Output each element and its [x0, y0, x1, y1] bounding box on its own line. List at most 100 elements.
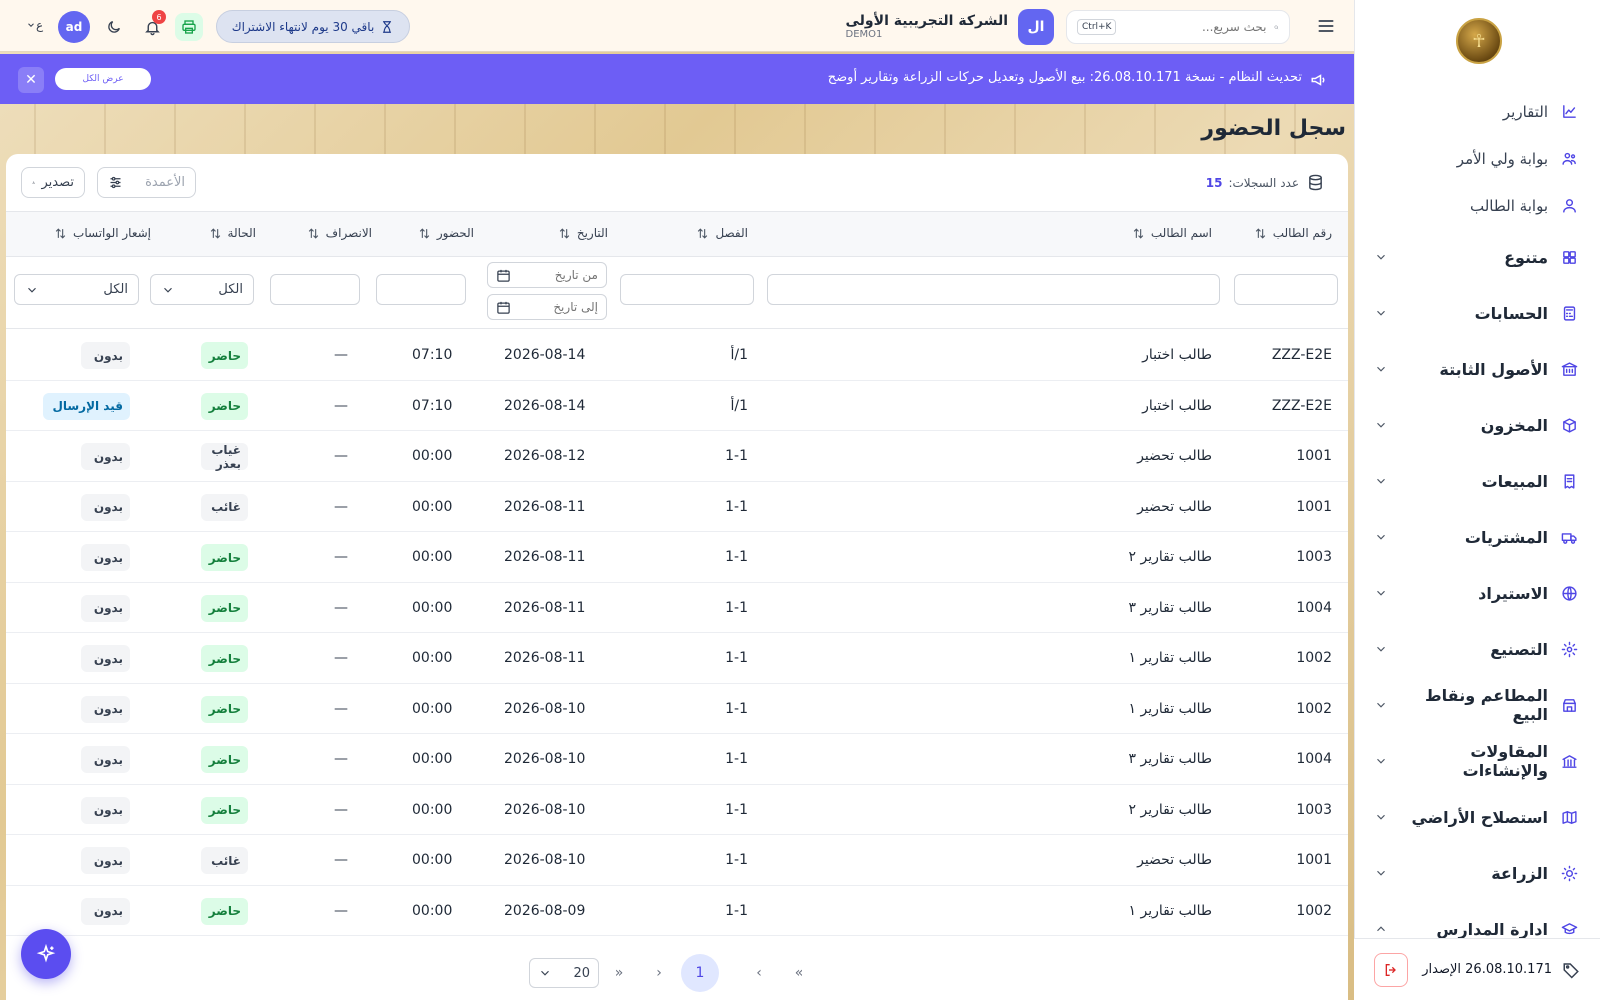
logout-button[interactable] — [1374, 952, 1408, 987]
cell-student-name: طالب اختبار — [1142, 397, 1212, 414]
sidebar-group-7[interactable]: التصنيع — [1354, 621, 1600, 677]
sun-icon — [1560, 864, 1578, 882]
app-logo[interactable]: ☥ — [1456, 18, 1502, 64]
filter-to-date[interactable] — [487, 294, 607, 320]
filter-class[interactable] — [620, 274, 754, 305]
sidebar-group-label: المبيعات — [1481, 471, 1548, 491]
sidebar-link-1[interactable]: بوابة ولي الأمر — [1354, 135, 1600, 182]
export-button[interactable]: تصدير — [21, 167, 85, 198]
company-switcher[interactable]: ال الشركة التجريبية الأولى DEMO1 — [846, 9, 1054, 45]
header-class[interactable]: الفصل — [696, 226, 748, 240]
header-student-id[interactable]: رقم الطالب — [1254, 226, 1332, 240]
table-row[interactable]: 1001 طالب تحضير 1-1 2026-08-11 00:00 — غائب بدو… — [6, 482, 1348, 532]
table-row[interactable]: 1003 طالب تقارير ٢ 1-1 2026-08-11 00:00 — حاضر… — [6, 532, 1348, 583]
table-row[interactable]: 1002 طالب تقارير ١ 1-1 2026-08-09 00:00 — حاضر… — [6, 886, 1348, 936]
table-row[interactable]: ZZZ-E2E طالب اختبار 1/أ 2026-08-14 07:10 — حاض… — [6, 330, 1348, 381]
announcement-view-button[interactable]: عرض الكل — [55, 68, 151, 90]
cell-date: 2026-08-14 — [504, 397, 586, 414]
columns-label: الأعمدة — [145, 175, 185, 190]
to-date-input[interactable] — [511, 300, 598, 314]
filter-check-in[interactable] — [376, 274, 466, 305]
header-date[interactable]: التاريخ — [558, 226, 608, 240]
filter-student-id[interactable] — [1234, 274, 1338, 305]
attendance-card: عدد السجلات: 15 الأعمدة تصدير رقم الطالب… — [6, 154, 1348, 1000]
filter-row: الكل الكل — [6, 257, 1348, 329]
sidebar-group-11[interactable]: الزراعة — [1354, 845, 1600, 901]
header-student-name[interactable]: اسم الطالب — [1132, 226, 1212, 240]
whatsapp-badge: قيد الإرسال — [43, 392, 130, 420]
first-page-button[interactable]: » — [782, 956, 816, 990]
record-count: عدد السجلات: 15 — [1206, 174, 1324, 191]
prev-page-button[interactable]: › — [742, 956, 776, 990]
user-avatar[interactable]: ad — [58, 11, 90, 43]
table-row[interactable]: 1004 طالب تقارير ٣ 1-1 2026-08-10 00:00 — حاضر… — [6, 734, 1348, 785]
status-badge: حاضر — [201, 746, 248, 773]
from-date-input[interactable] — [511, 268, 598, 282]
sidebar-group-6[interactable]: الاستيراد — [1354, 565, 1600, 621]
sidebar-group-2[interactable]: الأصول الثابتة — [1354, 341, 1600, 397]
whatsapp-badge: بدون — [81, 746, 130, 773]
sidebar-link-0[interactable]: التقارير — [1354, 88, 1600, 135]
menu-icon[interactable] — [1316, 16, 1336, 36]
sidebar-group-5[interactable]: المشتريات — [1354, 509, 1600, 565]
quick-search[interactable]: Ctrl+K — [1066, 10, 1290, 44]
table-row[interactable]: 1004 طالب تقارير ٣ 1-1 2026-08-11 00:00 — حاضر… — [6, 583, 1348, 633]
sidebar-group-label: المشتريات — [1464, 527, 1548, 547]
status-select-value: الكل — [218, 282, 243, 297]
table-row[interactable]: 1003 طالب تقارير ٢ 1-1 2026-08-10 00:00 — حاضر… — [6, 785, 1348, 835]
printer-button[interactable] — [175, 13, 203, 41]
store-icon — [1560, 696, 1578, 714]
ai-assistant-button[interactable] — [21, 929, 71, 979]
cell-student-name: طالب تقارير ٣ — [1128, 599, 1212, 616]
sidebar-group-4[interactable]: المبيعات — [1354, 453, 1600, 509]
filter-from-date[interactable] — [487, 262, 607, 288]
download-icon — [32, 181, 36, 184]
cell-student-name: طالب تحضير — [1137, 448, 1212, 464]
parent-icon — [1560, 150, 1578, 168]
next-page-button[interactable]: ‹ — [642, 956, 676, 990]
cell-student-id: 1004 — [1296, 599, 1332, 616]
filter-status-select[interactable]: الكل — [150, 274, 254, 305]
theme-toggle[interactable] — [100, 13, 128, 41]
header-check-out[interactable]: الانصراف — [307, 226, 372, 240]
sidebar-group-10[interactable]: استصلاح الأراضي — [1354, 789, 1600, 845]
chevron-down-icon — [1377, 310, 1385, 316]
chevron-down-icon — [28, 23, 34, 27]
search-input[interactable] — [1116, 20, 1267, 34]
logout-icon — [1385, 963, 1396, 976]
announcement-text: تحديث النظام - نسخة 26.08.10.171: بيع ال… — [827, 70, 1302, 85]
filter-check-out[interactable] — [270, 274, 360, 305]
subscription-badge[interactable]: باقي 30 يوم لانتهاء الاشتراك — [216, 10, 410, 43]
sidebar-group-0[interactable]: متنوع — [1354, 229, 1600, 285]
table-row[interactable]: 1002 طالب تقارير ١ 1-1 2026-08-11 00:00 — حاضر… — [6, 633, 1348, 684]
sidebar-link-2[interactable]: بوابة الطالب — [1354, 182, 1600, 229]
chevron-down-icon — [1377, 870, 1385, 876]
cell-student-id: 1002 — [1296, 650, 1332, 666]
table-row[interactable]: 1002 طالب تقارير ١ 1-1 2026-08-10 00:00 — حاضر… — [6, 684, 1348, 734]
sidebar-group-3[interactable]: المخزون — [1354, 397, 1600, 453]
close-icon[interactable]: ✕ — [18, 67, 44, 93]
filter-whatsapp-select[interactable]: الكل — [14, 274, 139, 305]
language-switcher[interactable]: ع — [26, 18, 43, 32]
table-row[interactable]: ZZZ-E2E طالب اختبار 1/أ 2026-08-14 07:10 — حاض… — [6, 381, 1348, 431]
header-status[interactable]: الحالة — [209, 226, 256, 240]
sidebar-group-8[interactable]: المطاعم ونقاط البيع — [1354, 677, 1600, 733]
sidebar-group-9[interactable]: المقاولات والإنشاءات — [1354, 733, 1600, 789]
notifications-button[interactable]: 6 — [138, 10, 166, 41]
table-row[interactable]: 1001 طالب تحضير 1-1 2026-08-12 00:00 — غياب بع… — [6, 431, 1348, 482]
cell-student-id: 1003 — [1296, 801, 1332, 818]
page-size-select[interactable]: 20 — [529, 958, 599, 988]
last-page-button[interactable]: « — [602, 956, 636, 990]
filter-student-name[interactable] — [767, 274, 1220, 305]
chevron-up-icon — [1377, 926, 1385, 932]
sidebar-group-1[interactable]: الحسابات — [1354, 285, 1600, 341]
cell-class: 1/أ — [730, 397, 748, 414]
chevron-down-icon — [541, 970, 549, 976]
chevron-down-icon — [1377, 478, 1385, 484]
table-row[interactable]: 1001 طالب تحضير 1-1 2026-08-10 00:00 — غائب بدو… — [6, 835, 1348, 886]
header-check-in[interactable]: الحضور — [418, 226, 474, 240]
whatsapp-badge: بدون — [81, 342, 130, 369]
whatsapp-badge: بدون — [81, 544, 130, 571]
header-whatsapp[interactable]: إشعار الواتساب — [54, 226, 151, 240]
columns-button[interactable]: الأعمدة — [97, 167, 196, 198]
